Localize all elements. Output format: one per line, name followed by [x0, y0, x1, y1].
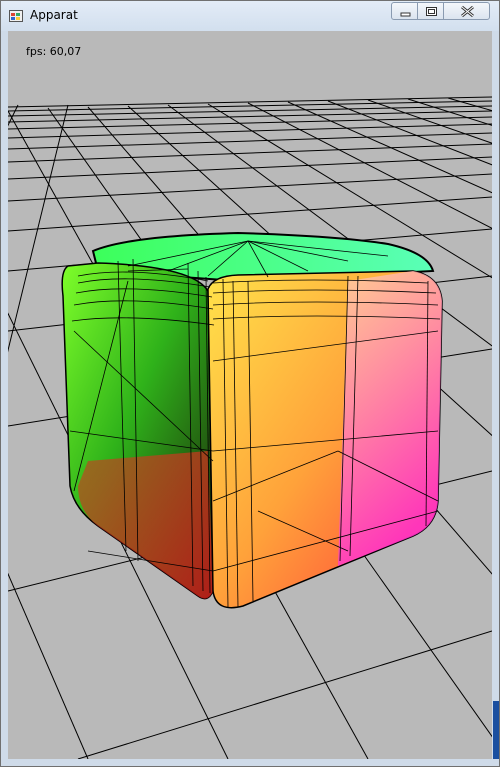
app-window: Apparat fps: 60,07	[0, 0, 500, 767]
fps-counter: fps: 60,07	[26, 45, 82, 58]
rounded-cube	[61, 231, 443, 609]
title-bar[interactable]: Apparat	[1, 1, 499, 31]
maximize-icon	[426, 7, 437, 16]
window-title: Apparat	[30, 8, 78, 22]
render-viewport[interactable]: fps: 60,07	[8, 31, 492, 759]
3d-scene	[8, 96, 492, 759]
close-icon	[461, 5, 474, 18]
edge-strip	[493, 701, 499, 759]
app-window-icon	[9, 10, 23, 22]
maximize-button[interactable]	[417, 2, 444, 20]
minimize-button[interactable]	[391, 2, 418, 20]
minimize-icon	[400, 12, 411, 17]
close-button[interactable]	[443, 2, 490, 20]
